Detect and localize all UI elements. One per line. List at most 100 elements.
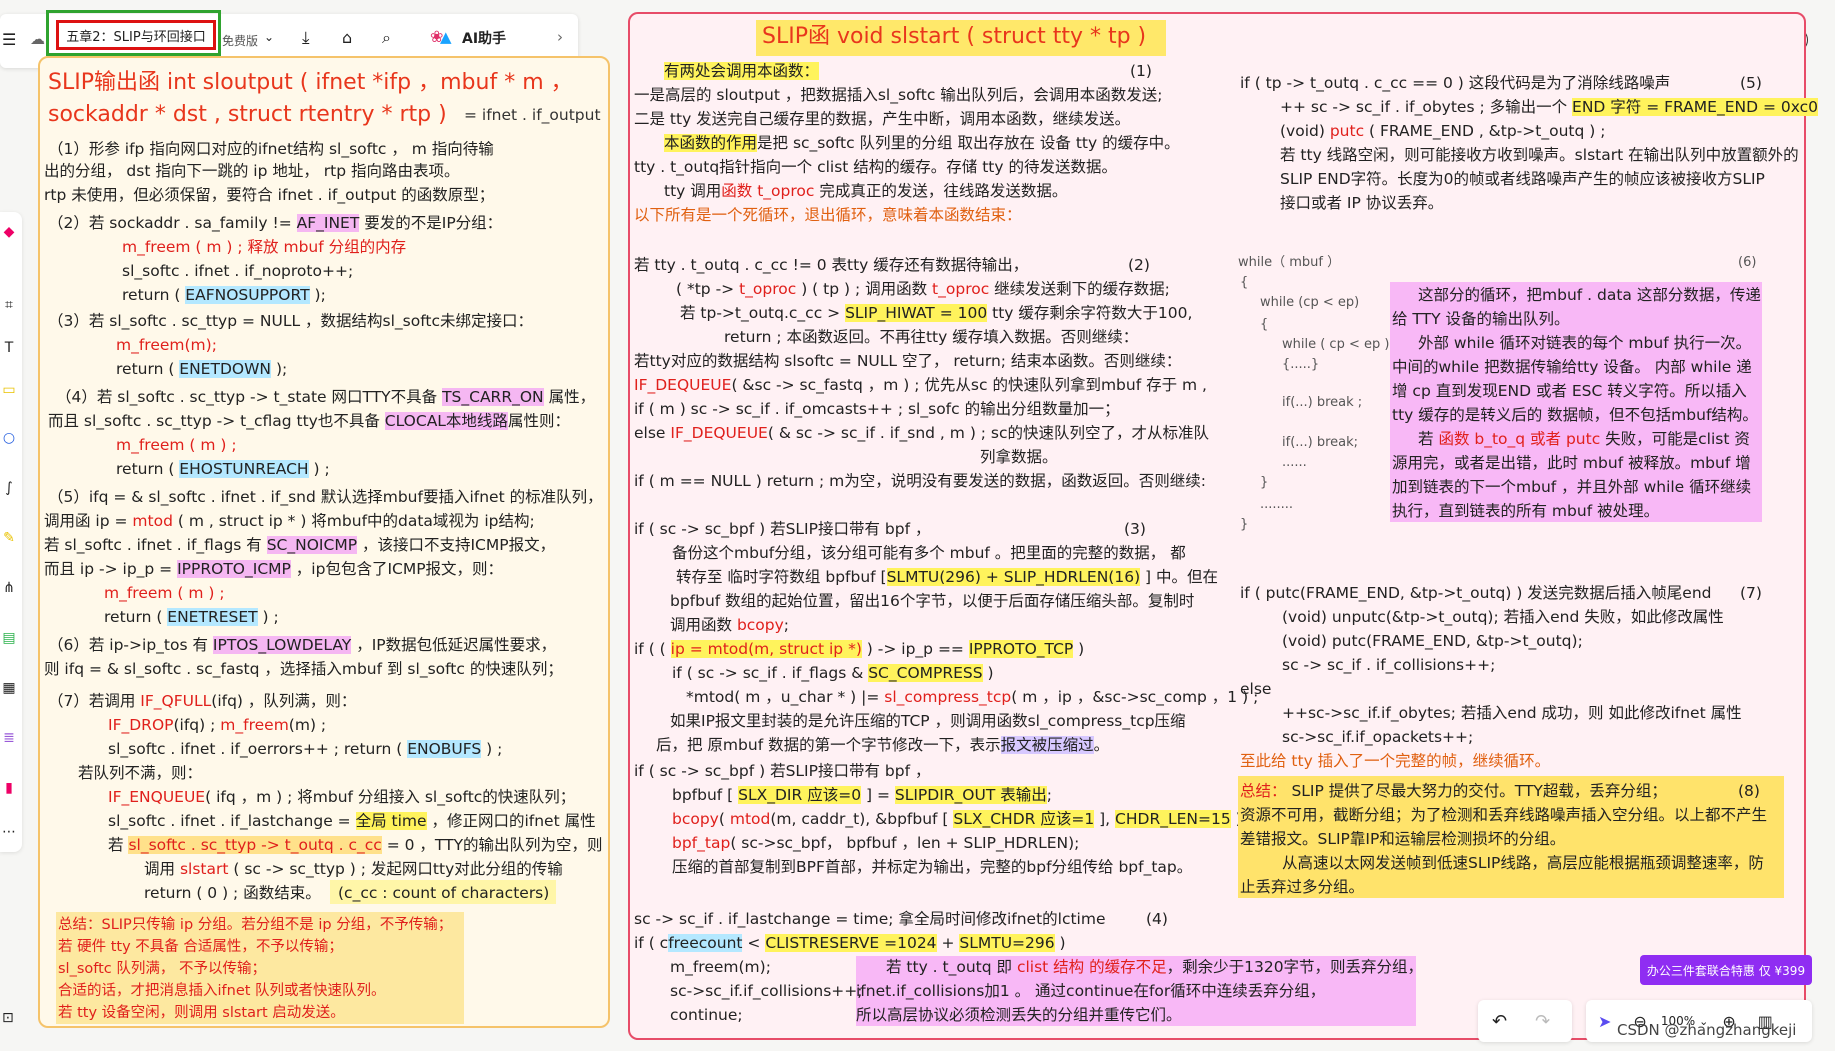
mp-seg: 若 tp->t_outq.c_cc > <box>680 304 846 322</box>
left-tool-rail: ◆ ⌗ T ▭ ○ ∫ ✎ ⋔ ▤ ▦ ≣ ▮ ⋯ <box>0 212 22 852</box>
mp-line: if ( m ) sc -> sc_if . if_omcasts++ ; sl… <box>634 400 1120 418</box>
frame-icon[interactable]: ⌗ <box>0 297 18 313</box>
lp-seg: IF_DROP <box>108 716 174 734</box>
pen-icon[interactable]: ✎ <box>0 530 18 546</box>
mp-seg: ; <box>1046 786 1052 804</box>
mp-seg: if ( c <box>634 934 669 952</box>
mp2-num: (6) <box>1738 255 1757 270</box>
lp-seg: ENETRESET <box>167 608 258 626</box>
left-summary-line: 合适的话，才把消息插入ifnet 队列或者快速队列。 <box>58 983 386 999</box>
lp-seg: CLOCAL本地线路 <box>384 412 508 430</box>
more-icon[interactable]: ⋯ <box>0 824 18 840</box>
lp-seg: ); <box>271 360 288 378</box>
mp-seg: IF_DEQUEUE <box>634 376 732 394</box>
mp-seg: ( &sc -> sc_fastq ，m ) ; 优先从sc 的快速队列拿到mb… <box>731 376 1207 394</box>
mp-line: 列拿数据。 <box>980 448 1058 466</box>
mp-seg: 本函数的作用 <box>664 134 758 152</box>
mp2-seg: (void) <box>1280 122 1330 140</box>
mp-seg: bpf_tap <box>672 834 731 852</box>
sticky-icon[interactable]: ◆ <box>0 224 18 240</box>
mp-line: 一是高层的 sloutput ，把数据插入sl_softc 输出队列后，会调用本… <box>634 86 1163 104</box>
mp-seg: SLX_CHDR 应该=1 <box>953 810 1095 828</box>
mp-seg: 函数 t_oproc <box>721 182 815 200</box>
ai-logo-icon: ▲ <box>440 28 452 46</box>
mp2-line: while（ mbuf ） <box>1238 255 1341 270</box>
chevron-down-icon[interactable]: ⌄ <box>264 30 274 44</box>
mp-line: sc->sc_if.if_collisions++; <box>670 982 863 1000</box>
chevron-right-icon[interactable]: › <box>557 28 563 46</box>
cloud-icon[interactable]: ☁ <box>30 30 45 48</box>
pointer-icon[interactable]: ➤ <box>1598 1012 1611 1031</box>
connector-icon[interactable]: ∫ <box>0 480 18 496</box>
table-icon[interactable]: ▤ <box>0 630 18 646</box>
mp2-line: if ( putc(FRAME_END, &tp->t_outq) ) 发送完数… <box>1240 584 1712 602</box>
fit-icon[interactable]: ⊡ <box>2 1010 14 1026</box>
list-icon[interactable]: ≣ <box>0 730 18 746</box>
text-tool-icon[interactable]: T <box>0 340 18 356</box>
mp-line: if ( m == NULL ) return ; m为空，说明没有要发送的数据… <box>634 472 1206 490</box>
note-icon[interactable]: ▭ <box>0 382 18 398</box>
mp2-seg: 函数 b_to_q 或者 putc <box>1438 430 1601 448</box>
mp2-line: 中间的while 把数据传输给tty 设备。 内部 while 递 <box>1392 358 1752 376</box>
mp-num: (4) <box>1146 910 1168 928</box>
mp-line: bpf_tap( sc->sc_bpf， bpfbuf ，len + SLIP_… <box>672 832 1079 854</box>
mp-seg: bcopy <box>672 810 719 828</box>
mp2-line: { <box>1260 317 1269 332</box>
mp-line: bpfbuf [ SLX_DIR 应该=0 ] = SLIPDIR_OUT 表输… <box>672 784 1052 806</box>
mp-line: return ; 本函数返回。不再往tty 缓存填入数据。否则继续： <box>724 328 1139 346</box>
lp-seg: ) ; <box>257 608 279 626</box>
lp-line: 若队列不满，则： <box>78 764 203 782</box>
download-icon[interactable]: ⤓ <box>302 28 310 48</box>
mp2-line: 外部 while 循环对链表的每个 mbuf 执行一次。 <box>1418 334 1752 352</box>
sloutput-title-1: SLIP输出函 int sloutput ( ifnet *ifp ，mbuf … <box>48 70 573 95</box>
template-icon[interactable]: ▦ <box>0 680 18 696</box>
mp-seg: CLISTRESERVE =1024 <box>765 934 937 952</box>
mindmap-icon[interactable]: ⋔ <box>0 580 18 596</box>
undo-icon[interactable]: ↶ <box>1492 1011 1507 1032</box>
lp-line: （2）若 sockaddr . sa_family != AF_INET 要发的… <box>48 212 502 234</box>
chart-icon[interactable]: ▮ <box>0 780 18 796</box>
lp-line: IF_ENQUEUE( ifq ，m ) ; 将mbuf 分组接入 sl_sof… <box>108 786 575 808</box>
doc-title[interactable]: 五章2：SLIP与环回接口 <box>56 20 216 50</box>
menu-icon[interactable]: ☰ <box>2 30 16 49</box>
mp-seg: 报文被压缩过 <box>1000 736 1094 754</box>
mp-num: (2) <box>1128 256 1150 274</box>
lp-seg: (ifq) ，队列满，则： <box>211 692 357 710</box>
lp-seg: IPTOS_LOWDELAY <box>212 636 352 654</box>
redo-icon[interactable]: ↷ <box>1535 1011 1550 1032</box>
mp-seg: ( <box>718 810 730 828</box>
mp-seg: IF_DEQUEUE <box>670 424 768 442</box>
mp2-line: if(...) break ; <box>1282 395 1363 410</box>
lp-seg: （2）若 sockaddr . sa_family != <box>48 214 297 232</box>
mp-seg: tty 缓存剩余字符数大于100, <box>987 304 1193 322</box>
mp2-line: 加到链表的下一个mbuf ，并且外部 while 循环继续 <box>1392 478 1752 496</box>
mp-line: 压缩的首部复制到BPF首部，并标定为输出，完整的bpf分组传给 bpf_tap。 <box>672 858 1193 876</box>
search-icon[interactable]: ⌕ <box>382 28 391 48</box>
mp-seg: t_oproc <box>739 280 797 298</box>
lp-line: 而且 ip -> ip_p = IPPROTO_ICMP ，ip包包含了ICMP… <box>44 558 503 580</box>
lp-line: sl_softc . ifnet . if_noproto++; <box>122 262 354 280</box>
mp-seg: if ( ( <box>634 640 671 658</box>
mp-seg: ip = mtod(m, struct ip *) <box>670 640 862 658</box>
mp-line: 本函数的作用是把 sc_softc 队列里的分组 取出存放在 设备 tty 的缓… <box>664 132 1180 154</box>
mp-seg: mtod <box>729 810 771 828</box>
lp-line: 调用函 ip = mtod ( m , struct ip * ) 将mbuf中… <box>44 510 535 532</box>
mp2-line: 给 TTY 设备的输出队列。 <box>1392 310 1570 328</box>
mp2-seg: 若 <box>1418 430 1439 448</box>
tag-icon[interactable]: ⌂ <box>342 28 352 47</box>
mp-line: if ( sc -> sc_if . if_flags & SC_COMPRES… <box>672 662 994 684</box>
ai-assistant-button[interactable]: AI助手 <box>462 28 506 48</box>
lp-seg: ，ip包包含了ICMP报文，则： <box>290 560 504 578</box>
lp-seg: ) ; <box>308 460 330 478</box>
mp-line: 有两处会调用本函数： <box>664 60 820 82</box>
lp-line: （3）若 sl_softc . sc_ttyp = NULL ，数据结构sl_s… <box>48 312 534 330</box>
mp-line: bpfbuf 数组的起始位置，留出16个字节，以便于后面存储压缩头部。复制时 <box>670 592 1195 610</box>
mp2-seg: SLIP 提供了尽最大努力的交付。TTY超载，丢弃分组； <box>1286 782 1667 800</box>
shape-icon[interactable]: ○ <box>0 430 18 446</box>
promo-banner[interactable]: 办公三件套联合特惠 仅 ¥399 <box>1640 955 1812 985</box>
mp-seg: SLIPDIR_OUT 表输出 <box>894 786 1047 804</box>
mp-line: *mtod( m ，u_char * ) |= sl_compress_tcp(… <box>686 686 1258 708</box>
mp-seg: clist 结构 的缓存不足 <box>1016 958 1167 976</box>
mp2-line: 资源不可用，截断分组；为了检测和丢弃线路噪声插入空分组。以上都不产生 <box>1240 806 1768 824</box>
lp-seg: 调用函 ip = <box>44 512 133 530</box>
